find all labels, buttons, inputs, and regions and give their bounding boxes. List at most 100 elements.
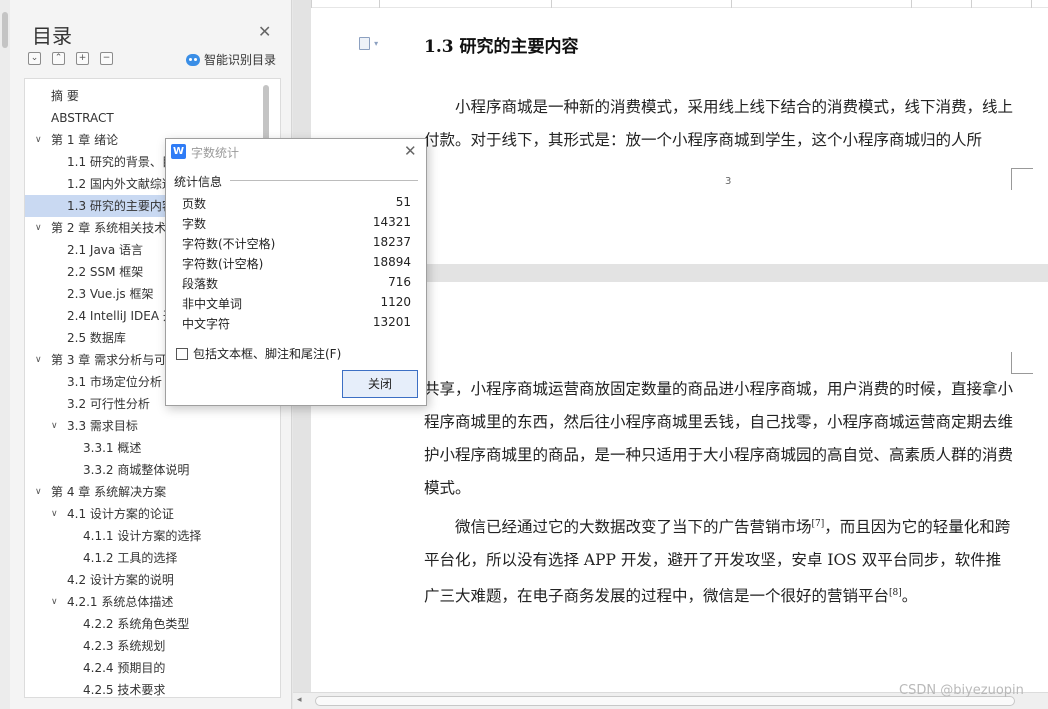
toc-item[interactable]: 4.2.5 技术要求 — [25, 679, 263, 697]
toc-item[interactable]: 4.2.4 预期目的 — [25, 657, 263, 679]
toc-item[interactable]: 4.2.2 系统角色类型 — [25, 613, 263, 635]
stat-label: 非中文单词 — [182, 297, 243, 311]
toc-item[interactable]: 摘 要 — [25, 85, 263, 107]
toc-item[interactable]: ∨ 4.1 设计方案的论证 — [25, 503, 263, 525]
ruler-tick — [1031, 0, 1032, 8]
checkbox-icon[interactable] — [176, 347, 188, 360]
ruler-tick — [551, 0, 552, 8]
stat-label: 中文字符 — [182, 317, 231, 331]
stat-value: 14321 — [372, 215, 411, 229]
stat-value: 716 — [388, 275, 411, 289]
toc-item-label: 1.1 研究的背景、目 — [67, 155, 174, 169]
include-textbox-footnotes-checkbox[interactable]: 包括文本框、脚注和尾注(F) — [176, 345, 341, 362]
toc-item[interactable]: ∨ 4.2.1 系统总体描述 — [25, 591, 263, 613]
sidebar-scrollbar[interactable] — [0, 0, 10, 709]
dialog-title: 字数统计 — [191, 146, 240, 160]
chevron-down-icon[interactable]: ∨ — [35, 217, 42, 239]
paragraph-text: 。 — [901, 587, 918, 606]
toc-item-label: 3.3 需求目标 — [67, 419, 138, 433]
toc-item-label: 3.1 市场定位分析 — [67, 375, 162, 389]
stat-value: 51 — [395, 195, 411, 209]
toc-item-label: ABSTRACT — [51, 111, 114, 125]
ruler-tick — [379, 0, 380, 8]
toc-item-label: 第 4 章 系统解决方案 — [51, 485, 167, 499]
toc-item-label: 2.3 Vue.js 框架 — [67, 287, 154, 301]
toc-item[interactable]: 3.3.1 概述 — [25, 437, 263, 459]
chevron-down-icon[interactable]: ∨ — [35, 349, 42, 371]
stat-value: 18237 — [372, 235, 411, 249]
smart-toc-button[interactable]: 智能识别目录 — [186, 51, 276, 68]
toc-item[interactable]: ∨ 3.3 需求目标 — [25, 415, 263, 437]
chevron-down-icon[interactable]: ∨ — [51, 591, 58, 613]
ruler-tick — [311, 0, 312, 8]
toc-item[interactable]: 3.3.2 商城整体说明 — [25, 459, 263, 481]
stat-row: 非中文单词 1120 — [182, 295, 411, 315]
toc-title: 目录 — [32, 24, 72, 48]
citation-ref: [7] — [811, 519, 825, 529]
collapse-down-icon[interactable]: ⌄ — [28, 52, 41, 65]
toc-item-label: 3.3.1 概述 — [83, 441, 142, 455]
toc-item-label: 第 1 章 绪论 — [51, 133, 119, 147]
stat-label: 字数 — [182, 217, 207, 231]
toc-item-label: 摘 要 — [51, 89, 79, 103]
sidebar-scrollbar-thumb[interactable] — [2, 12, 8, 48]
toc-item[interactable]: ABSTRACT — [25, 107, 263, 129]
stat-row: 字符数(计空格) 18894 — [182, 255, 411, 275]
wps-writer-icon: W — [171, 144, 186, 159]
toc-item-label: 3.3.2 商城整体说明 — [83, 463, 190, 477]
toc-item-label: 4.2.2 系统角色类型 — [83, 617, 190, 631]
collapse-all-icon[interactable]: − — [100, 52, 113, 65]
toc-item-label: 4.2.1 系统总体描述 — [67, 595, 174, 609]
chevron-down-icon[interactable]: ∨ — [51, 503, 58, 525]
document-icon[interactable]: ▾ — [359, 36, 378, 51]
page-number: 3 — [725, 176, 732, 187]
section-label: 统计信息 — [174, 175, 223, 189]
toc-item-label: 4.2.5 技术要求 — [83, 683, 166, 697]
toc-item-label: 2.1 Java 语言 — [67, 243, 144, 257]
stat-label: 字符数(计空格) — [182, 257, 264, 271]
stat-row: 字数 14321 — [182, 215, 411, 235]
expand-all-icon[interactable]: + — [76, 52, 89, 65]
stat-value: 13201 — [372, 315, 411, 329]
stat-row: 中文字符 13201 — [182, 315, 411, 335]
chevron-down-icon[interactable]: ∨ — [35, 481, 42, 503]
smart-toc-label: 智能识别目录 — [204, 53, 277, 67]
stat-label: 页数 — [182, 197, 207, 211]
stat-label: 字符数(不计空格) — [182, 237, 276, 251]
watermark: CSDN @biyezuopin — [899, 683, 1024, 698]
ruler-tick — [911, 0, 912, 8]
stat-row: 段落数 716 — [182, 275, 411, 295]
page-corner-mark — [1011, 168, 1033, 190]
collapse-up-icon[interactable]: ⌃ — [52, 52, 65, 65]
toc-item-label: 4.2.4 预期目的 — [83, 661, 166, 675]
ai-icon — [186, 53, 200, 66]
close-icon[interactable]: ✕ — [404, 142, 417, 160]
scroll-left-icon[interactable]: ◂ — [297, 695, 302, 705]
stat-row: 字符数(不计空格) 18237 — [182, 235, 411, 255]
chevron-down-icon[interactable]: ∨ — [35, 129, 42, 151]
ruler-tick — [731, 0, 732, 8]
toc-item[interactable]: ∨ 第 4 章 系统解决方案 — [25, 481, 263, 503]
toc-item-label: 2.5 数据库 — [67, 331, 126, 345]
chevron-down-icon[interactable]: ∨ — [51, 415, 58, 437]
toc-item-label: 2.2 SSM 框架 — [67, 265, 144, 279]
top-ruler — [311, 0, 1048, 8]
ruler-tick — [971, 0, 972, 8]
paragraph: 小程序商城是一种新的消费模式，采用线上线下结合的消费模式，线下消费，线上付款。对… — [424, 98, 1014, 149]
toc-item[interactable]: 4.2.3 系统规划 — [25, 635, 263, 657]
stat-row: 页数 51 — [182, 195, 411, 215]
toc-item[interactable]: 4.1.1 设计方案的选择 — [25, 525, 263, 547]
word-count-dialog: W 字数统计 ✕ 统计信息 页数 51 字数 14321 字符数(不计空格) 18237 字… — [165, 138, 427, 406]
close-button[interactable]: 关闭 — [342, 370, 418, 398]
toc-item[interactable]: 4.1.2 工具的选择 — [25, 547, 263, 569]
toc-item-label: 1.2 国内外文献综述 — [67, 177, 174, 191]
toc-item-label: 第 3 章 需求分析与可 — [51, 353, 167, 367]
toc-item-label: 2.4 IntelliJ IDEA 开 — [67, 309, 175, 323]
close-icon[interactable]: ✕ — [258, 22, 271, 41]
citation-ref: [8] — [889, 588, 902, 599]
toc-item[interactable]: 4.2 设计方案的说明 — [25, 569, 263, 591]
toc-item-label: 4.1.2 工具的选择 — [83, 551, 178, 565]
paragraph: 微信已经通过它的大数据改变了当下的广告营销市场[7]，而且因为它的轻量化和跨平台… — [424, 508, 1014, 613]
toc-item-label: 4.2 设计方案的说明 — [67, 573, 174, 587]
stat-value: 18894 — [372, 255, 411, 269]
